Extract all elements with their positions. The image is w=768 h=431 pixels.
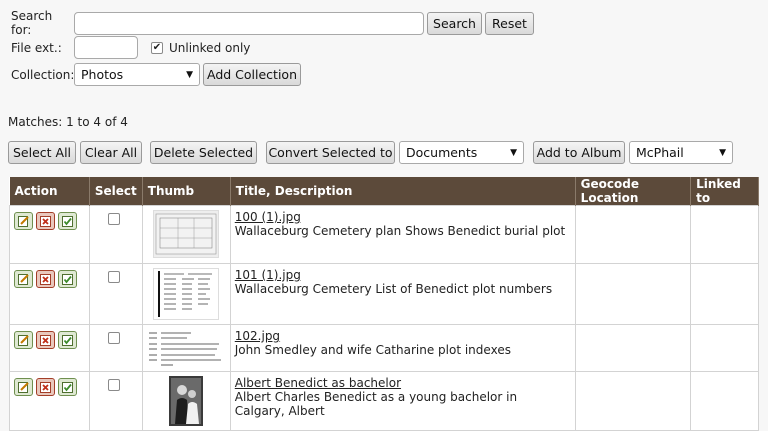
chevron-down-icon: ▼ <box>510 147 517 158</box>
table-row: Albert Benedict as bachelor Albert Charl… <box>9 371 759 431</box>
fileext-row: File ext.: ✔ Unlinked only <box>11 36 250 59</box>
delete-selected-button[interactable]: Delete Selected <box>150 141 257 164</box>
linked-cell <box>690 324 759 372</box>
delete-icon[interactable] <box>36 378 55 396</box>
header-thumb: Thumb <box>142 177 231 206</box>
edit-icon[interactable] <box>14 212 33 230</box>
add-to-album-button[interactable]: Add to Album <box>533 141 625 164</box>
delete-icon[interactable] <box>36 270 55 288</box>
action-cell <box>9 371 90 431</box>
row-select-checkbox[interactable] <box>107 379 120 391</box>
table-row: 100 (1).jpg Wallaceburg Cemetery plan Sh… <box>9 205 759 264</box>
unlinked-label: Unlinked only <box>169 40 251 55</box>
header-select: Select <box>89 177 143 206</box>
unlinked-checkbox[interactable]: ✔ <box>151 41 163 54</box>
thumbnail-image[interactable] <box>153 210 220 258</box>
search-label: Search for: <box>11 9 53 37</box>
collection-select-value: Photos <box>81 67 124 82</box>
album-select-value: McPhail <box>636 145 684 160</box>
thumb-cell <box>141 205 231 264</box>
chevron-down-icon: ▼ <box>186 69 193 80</box>
select-cell <box>88 371 143 431</box>
action-cell <box>9 205 90 264</box>
linked-cell <box>690 371 759 431</box>
header-linked: Linked to <box>690 177 759 206</box>
search-input[interactable] <box>74 11 424 35</box>
media-description: Albert Charles Benedict as a young bache… <box>234 390 518 418</box>
header-title: Title, Description <box>230 177 576 206</box>
media-description: Wallaceburg Cemetery List of Benedict pl… <box>234 282 553 296</box>
results-toolbar: Select All Clear All Delete Selected Con… <box>8 141 733 164</box>
select-cell <box>88 205 143 264</box>
header-geocode: Geocode Location <box>575 177 692 206</box>
media-description: Wallaceburg Cemetery plan Shows Benedict… <box>234 224 566 238</box>
delete-icon[interactable] <box>36 331 55 349</box>
fileext-input[interactable] <box>74 36 138 59</box>
linked-cell <box>690 205 759 264</box>
convert-target-select[interactable]: Documents ▼ <box>399 141 524 164</box>
collection-row: Collection: Photos ▼ Add Collection <box>11 63 301 86</box>
collection-label: Collection: <box>11 67 75 82</box>
action-cell <box>9 324 90 372</box>
collection-select[interactable]: Photos ▼ <box>74 63 200 86</box>
approve-icon[interactable] <box>58 270 77 288</box>
header-action: Action <box>9 177 90 206</box>
results-table: Action Select Thumb Title, Description G… <box>9 177 759 431</box>
title-cell: 100 (1).jpg Wallaceburg Cemetery plan Sh… <box>229 205 576 264</box>
convert-target-value: Documents <box>406 145 478 160</box>
media-title-link[interactable]: 101 (1).jpg <box>235 268 301 282</box>
thumbnail-image[interactable] <box>147 329 226 367</box>
add-collection-button[interactable]: Add Collection <box>203 63 301 86</box>
select-cell <box>88 324 143 372</box>
thumb-cell <box>141 263 231 325</box>
row-select-checkbox[interactable] <box>107 271 120 283</box>
title-cell: 101 (1).jpg Wallaceburg Cemetery List of… <box>229 263 576 325</box>
table-row: 101 (1).jpg Wallaceburg Cemetery List of… <box>9 263 759 325</box>
search-button[interactable]: Search <box>427 11 482 35</box>
search-row: Search for: Search Reset <box>11 9 534 37</box>
table-row: 102.jpg John Smedley and wife Catharine … <box>9 324 759 372</box>
geocode-cell <box>574 263 692 325</box>
row-select-checkbox[interactable] <box>107 332 120 344</box>
action-cell <box>9 263 90 325</box>
edit-icon[interactable] <box>14 270 33 288</box>
clear-all-button[interactable]: Clear All <box>80 141 142 164</box>
title-cell: Albert Benedict as bachelor Albert Charl… <box>229 371 576 431</box>
thumbnail-image[interactable] <box>153 268 220 320</box>
select-all-button[interactable]: Select All <box>8 141 76 164</box>
geocode-cell <box>574 324 692 372</box>
media-title-link[interactable]: Albert Benedict as bachelor <box>235 376 401 390</box>
media-description: John Smedley and wife Catharine plot ind… <box>234 343 511 357</box>
fileext-label: File ext.: <box>11 40 62 55</box>
thumb-cell <box>141 371 231 431</box>
linked-cell <box>690 263 759 325</box>
thumb-cell <box>141 324 231 372</box>
edit-icon[interactable] <box>14 331 33 349</box>
delete-icon[interactable] <box>36 212 55 230</box>
album-select[interactable]: McPhail ▼ <box>629 141 733 164</box>
geocode-cell <box>574 205 692 264</box>
title-cell: 102.jpg John Smedley and wife Catharine … <box>229 324 576 372</box>
media-title-link[interactable]: 100 (1).jpg <box>235 210 301 224</box>
row-select-checkbox[interactable] <box>107 213 120 225</box>
matches-count: Matches: 1 to 4 of 4 <box>8 115 128 129</box>
thumbnail-image[interactable] <box>169 376 204 426</box>
chevron-down-icon: ▼ <box>719 147 726 158</box>
media-title-link[interactable]: 102.jpg <box>235 329 280 343</box>
table-header-row: Action Select Thumb Title, Description G… <box>9 177 759 206</box>
select-cell <box>88 263 143 325</box>
approve-icon[interactable] <box>58 331 77 349</box>
edit-icon[interactable] <box>14 378 33 396</box>
approve-icon[interactable] <box>58 212 77 230</box>
approve-icon[interactable] <box>58 378 77 396</box>
convert-selected-button[interactable]: Convert Selected to <box>266 141 395 164</box>
reset-button[interactable]: Reset <box>485 11 534 35</box>
geocode-cell <box>574 371 692 431</box>
